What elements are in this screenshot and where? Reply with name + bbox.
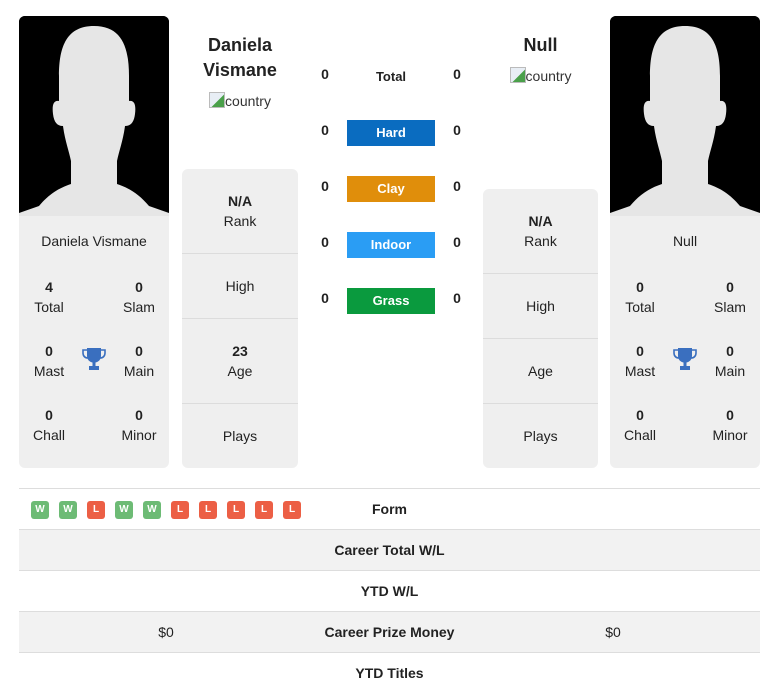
comparison-table: WWLWWLLLLL Form Career Total W/L YTD W/L… <box>19 488 760 693</box>
surface-clay[interactable]: Clay <box>347 176 435 202</box>
trophy-icon <box>82 347 106 373</box>
table-row: YTD W/L <box>19 570 760 611</box>
player2-silhouette-icon <box>610 16 760 216</box>
h2h-hard-right: 0 <box>453 122 461 138</box>
player1-country-flag: country <box>182 92 298 109</box>
table-row: $0 Career Prize Money $0 <box>19 611 760 652</box>
h2h-clay-left: 0 <box>321 178 329 194</box>
h2h-indoor-right: 0 <box>453 234 461 250</box>
broken-image-icon <box>509 67 526 83</box>
player2-plays: Plays <box>523 428 558 444</box>
player1-minor: 0 Minor <box>121 407 157 443</box>
player2-high: High <box>483 274 598 339</box>
row-label: YTD Titles <box>355 665 424 681</box>
player1-rank-panel: N/A Rank High 23 Age Plays <box>182 169 298 468</box>
player2-total: 0 Total <box>625 279 655 315</box>
player2-mast: 0 Mast <box>624 343 656 379</box>
player1-main: 0 Main <box>123 343 155 379</box>
h2h-total-label: Total <box>375 69 407 84</box>
broken-image-icon <box>209 92 226 108</box>
player2-photo <box>610 16 760 216</box>
player2-country-flag: country <box>483 67 598 84</box>
player2-rank-panel: N/A Rank High Age Plays <box>483 189 598 468</box>
trophy-icon <box>673 347 697 373</box>
player1-title[interactable]: Daniela Vismane <box>182 33 298 83</box>
h2h-hard-left: 0 <box>321 122 329 138</box>
h2h-total-left: 0 <box>321 66 329 82</box>
player1-photo <box>19 16 169 216</box>
surface-grass[interactable]: Grass <box>347 288 435 314</box>
player1-high: High <box>182 254 298 319</box>
h2h-clay-right: 0 <box>453 178 461 194</box>
player1-rank: N/A Rank <box>182 169 298 254</box>
row-label: YTD W/L <box>360 583 419 599</box>
table-row: YTD Titles <box>19 652 760 693</box>
player2-age: Age <box>483 339 598 404</box>
row-label: Career Total W/L <box>334 542 445 558</box>
player2-title[interactable]: Null <box>483 33 598 58</box>
h2h-indoor-left: 0 <box>321 234 329 250</box>
player1-mast: 0 Mast <box>33 343 65 379</box>
player2-minor: 0 Minor <box>712 407 748 443</box>
player1-age: 23 Age <box>182 319 298 404</box>
h2h-grass-right: 0 <box>453 290 461 306</box>
player1-total: 4 Total <box>34 279 64 315</box>
player2-chall: 0 Chall <box>624 407 656 443</box>
player2-rank: N/A Rank <box>483 189 598 274</box>
h2h-grass-left: 0 <box>321 290 329 306</box>
player1-plays: Plays <box>222 428 258 444</box>
form-label: Form <box>372 501 407 517</box>
player1-slam: 0 Slam <box>123 279 155 315</box>
player1-name: Daniela Vismane <box>41 233 147 249</box>
player1-chall: 0 Chall <box>33 407 65 443</box>
player2-card: Null 0 Total 0 Slam 0 Mast 0 Main 0 Chal… <box>610 216 760 468</box>
player1-silhouette-icon <box>19 16 169 216</box>
row-right-value: $0 <box>605 624 621 640</box>
player1-card: Daniela Vismane 4 Total 0 Slam 0 Mast 0 … <box>19 216 169 468</box>
player2-main: 0 Main <box>714 343 746 379</box>
player2-name: Null <box>672 233 698 249</box>
h2h-total-right: 0 <box>453 66 461 82</box>
surface-indoor[interactable]: Indoor <box>347 232 435 258</box>
form-row: WWLWWLLLLL Form <box>19 488 760 529</box>
surface-hard[interactable]: Hard <box>347 120 435 146</box>
player2-slam: 0 Slam <box>714 279 746 315</box>
table-row: Career Total W/L <box>19 529 760 570</box>
